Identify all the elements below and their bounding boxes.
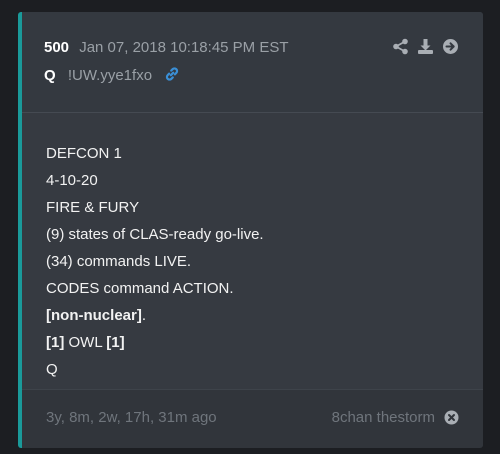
body-bold-text: [1]	[106, 334, 125, 351]
post-number[interactable]: 500	[44, 39, 69, 56]
post-actions	[392, 38, 459, 55]
body-text: (34) commands LIVE.	[46, 253, 192, 270]
download-icon[interactable]	[417, 38, 434, 55]
post-footer: 3y, 8m, 2w, 17h, 31m ago 8chan thestorm	[22, 389, 483, 447]
body-text: FIRE & FURY	[46, 199, 140, 216]
body-line: 4-10-20	[46, 167, 483, 194]
body-text: OWL	[64, 334, 107, 351]
arrow-right-circle-icon[interactable]	[442, 38, 459, 55]
body-bold-text: [1]	[46, 334, 65, 351]
body-text: Q	[46, 361, 58, 378]
author-line: Q !UW.yye1fxo	[44, 66, 180, 86]
share-icon[interactable]	[392, 38, 409, 55]
body-line: FIRE & FURY	[46, 194, 483, 221]
body-bold-text: [non-nuclear]	[46, 307, 142, 324]
post-meta: 500 Jan 07, 2018 10:18:45 PM EST	[44, 39, 289, 56]
body-line: DEFCON 1	[46, 140, 483, 167]
post-body: DEFCON 1 4-10-20 FIRE & FURY (9) states of …	[22, 113, 483, 389]
body-line: [1] OWL [1]	[46, 329, 483, 356]
body-line: CODES command ACTION.	[46, 275, 483, 302]
body-text: CODES command ACTION.	[46, 280, 234, 297]
body-line: (9) states of CLAS-ready go-live.	[46, 221, 483, 248]
post-card: 500 Jan 07, 2018 10:18:45 PM EST Q !UW.y…	[18, 12, 483, 448]
post-header: 500 Jan 07, 2018 10:18:45 PM EST Q !UW.y…	[22, 12, 483, 112]
body-text: (9) states of CLAS-ready go-live.	[46, 226, 264, 243]
body-line: [non-nuclear].	[46, 302, 483, 329]
post-datetime: Jan 07, 2018 10:18:45 PM EST	[79, 39, 289, 56]
tripcode: !UW.yye1fxo	[67, 67, 153, 84]
body-text: 4-10-20	[46, 172, 98, 189]
body-text: .	[141, 307, 147, 324]
close-icon[interactable]	[444, 410, 459, 425]
link-icon[interactable]	[164, 66, 180, 86]
body-line: Q	[46, 356, 483, 383]
body-text: DEFCON 1	[46, 145, 122, 162]
time-ago: 3y, 8m, 2w, 17h, 31m ago	[46, 409, 217, 426]
board-source[interactable]: 8chan thestorm	[332, 409, 435, 426]
body-line: (34) commands LIVE.	[46, 248, 483, 275]
author-name: Q	[44, 67, 56, 84]
